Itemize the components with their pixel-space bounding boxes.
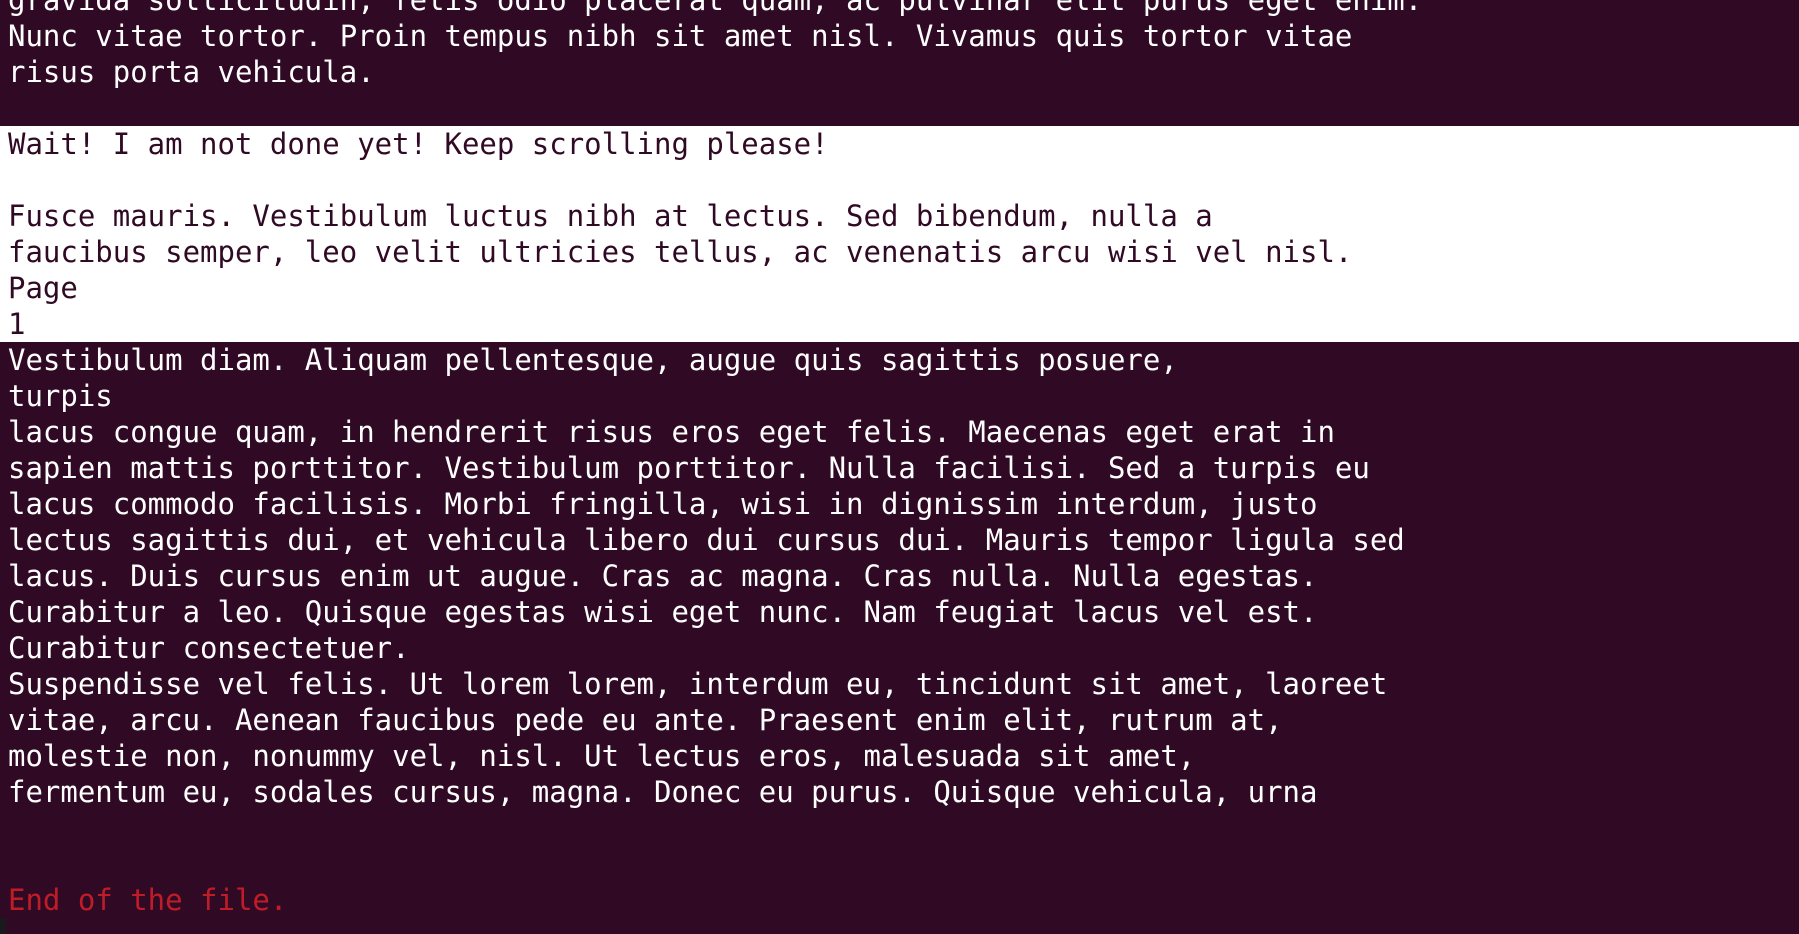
terminal-line: vitae, arcu. Aenean faucibus pede eu ant… xyxy=(0,702,1799,738)
terminal-line: Page xyxy=(0,270,1799,306)
terminal-line: lacus congue quam, in hendrerit risus er… xyxy=(0,414,1799,450)
terminal-line: Vestibulum diam. Aliquam pellentesque, a… xyxy=(0,342,1799,378)
terminal-line: Curabitur consectetuer. xyxy=(0,630,1799,666)
terminal-line: Suspendisse vel felis. Ut lorem lorem, i… xyxy=(0,666,1799,702)
terminal-line: fermentum eu, sodales cursus, magna. Don… xyxy=(0,774,1799,810)
terminal-line: Curabitur a leo. Quisque egestas wisi eg… xyxy=(0,594,1799,630)
terminal-line xyxy=(0,162,1799,198)
terminal-window[interactable]: gravida sollicitudin, felis odio placera… xyxy=(0,0,1799,934)
terminal-line xyxy=(0,810,1799,846)
terminal-line: Wait! I am not done yet! Keep scrolling … xyxy=(0,126,1799,162)
terminal-line: sapien mattis porttitor. Vestibulum port… xyxy=(0,450,1799,486)
terminal-line: gravida sollicitudin, felis odio placera… xyxy=(0,0,1799,18)
terminal-line: risus porta vehicula. xyxy=(0,54,1799,90)
terminal-line xyxy=(0,90,1799,126)
terminal-line xyxy=(0,846,1799,882)
end-of-file-message: End of the file. xyxy=(0,882,1799,918)
terminal-line: lectus sagittis dui, et vehicula libero … xyxy=(0,522,1799,558)
terminal-line: faucibus semper, leo velit ultricies tel… xyxy=(0,234,1799,270)
terminal-output: gravida sollicitudin, felis odio placera… xyxy=(0,0,1799,918)
terminal-line: lacus commodo facilisis. Morbi fringilla… xyxy=(0,486,1799,522)
terminal-line: molestie non, nonummy vel, nisl. Ut lect… xyxy=(0,738,1799,774)
terminal-line: 1 xyxy=(0,306,1799,342)
terminal-line: Fusce mauris. Vestibulum luctus nibh at … xyxy=(0,198,1799,234)
terminal-line: turpis xyxy=(0,378,1799,414)
terminal-line: Nunc vitae tortor. Proin tempus nibh sit… xyxy=(0,18,1799,54)
terminal-line: lacus. Duis cursus enim ut augue. Cras a… xyxy=(0,558,1799,594)
